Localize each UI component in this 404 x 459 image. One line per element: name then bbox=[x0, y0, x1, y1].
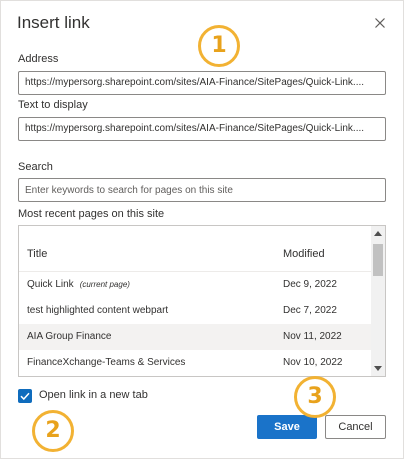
recent-pages-list: Title Modified Quick Link (current page) … bbox=[18, 225, 386, 377]
callout-badge-1: 1 bbox=[198, 25, 240, 67]
save-button[interactable]: Save bbox=[257, 415, 317, 439]
current-page-note: (current page) bbox=[79, 280, 130, 289]
recent-pages-label: Most recent pages on this site bbox=[18, 208, 165, 220]
display-text-label: Text to display bbox=[18, 99, 88, 111]
insert-link-dialog: Insert link Address https://mypersorg.sh… bbox=[0, 0, 404, 459]
list-item[interactable]: test highlighted content webpart Dec 7, … bbox=[19, 298, 371, 324]
page-title: Quick Link bbox=[27, 279, 74, 290]
list-scrollbar[interactable] bbox=[371, 226, 385, 376]
page-modified: Dec 9, 2022 bbox=[283, 279, 337, 290]
search-label: Search bbox=[18, 161, 53, 173]
list-header: Title Modified bbox=[19, 226, 371, 272]
new-tab-label[interactable]: Open link in a new tab bbox=[39, 389, 148, 401]
page-modified: Nov 10, 2022 bbox=[283, 357, 343, 368]
list-item[interactable]: FinanceXchange-Teams & Services Nov 10, … bbox=[19, 350, 371, 376]
callout-badge-2: 2 bbox=[32, 410, 74, 452]
search-input[interactable] bbox=[18, 178, 386, 202]
page-title: FinanceXchange-Teams & Services bbox=[27, 357, 186, 368]
checkmark-icon bbox=[20, 392, 30, 401]
scroll-thumb[interactable] bbox=[373, 244, 383, 276]
scroll-down-icon[interactable] bbox=[374, 366, 382, 371]
scroll-up-icon[interactable] bbox=[374, 231, 382, 236]
page-modified: Nov 11, 2022 bbox=[283, 331, 342, 342]
list-item[interactable]: Quick Link (current page) Dec 9, 2022 bbox=[19, 272, 371, 298]
new-tab-checkbox[interactable] bbox=[18, 389, 32, 403]
callout-badge-3: 3 bbox=[294, 376, 336, 418]
cancel-button[interactable]: Cancel bbox=[325, 415, 386, 439]
page-title: AIA Group Finance bbox=[27, 331, 112, 342]
column-modified[interactable]: Modified bbox=[283, 248, 325, 260]
address-label: Address bbox=[18, 53, 59, 65]
address-field[interactable]: https://mypersorg.sharepoint.com/sites/A… bbox=[18, 71, 386, 95]
page-title: test highlighted content webpart bbox=[27, 305, 169, 316]
column-title[interactable]: Title bbox=[27, 248, 47, 260]
page-modified: Dec 7, 2022 bbox=[283, 305, 337, 316]
display-text-field[interactable]: https://mypersorg.sharepoint.com/sites/A… bbox=[18, 117, 386, 141]
dialog-title: Insert link bbox=[17, 13, 90, 32]
close-icon[interactable] bbox=[372, 15, 388, 31]
list-item-selected[interactable]: AIA Group Finance Nov 11, 2022 bbox=[19, 324, 371, 350]
